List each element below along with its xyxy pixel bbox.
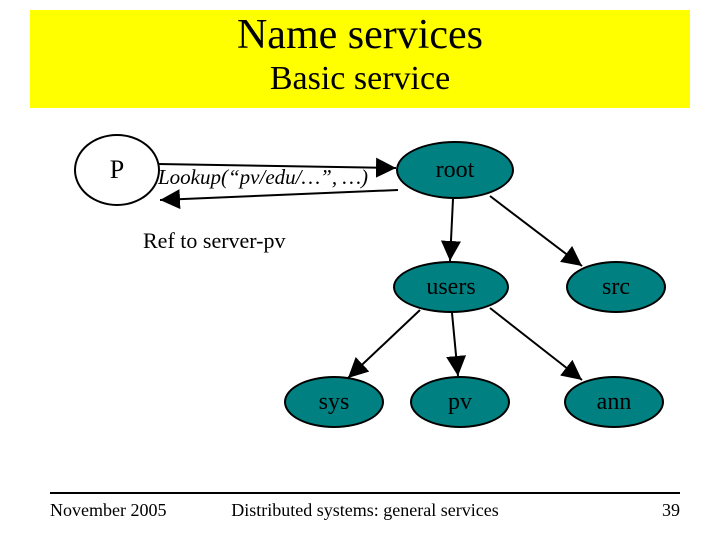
- footer-title: Distributed systems: general services: [50, 500, 680, 521]
- node-users: users: [393, 261, 509, 313]
- node-sys: sys: [284, 376, 384, 428]
- footer-rule: [50, 492, 680, 494]
- node-p: P: [74, 134, 160, 206]
- arrow-root-to-users: [450, 199, 453, 261]
- arrow-users-to-sys: [348, 310, 420, 378]
- node-pv-label: pv: [448, 389, 472, 416]
- lookup-label: Lookup(“pv/edu/…”, …): [158, 165, 368, 190]
- node-sys-label: sys: [319, 389, 350, 416]
- slide-subtitle: Basic service: [30, 62, 690, 96]
- title-band: Name services Basic service: [30, 10, 690, 108]
- node-p-label: P: [110, 155, 124, 185]
- footer-row: November 2005 39 Distributed systems: ge…: [50, 500, 680, 521]
- node-pv: pv: [410, 376, 510, 428]
- node-root-label: root: [436, 157, 475, 184]
- slide-title: Name services: [30, 14, 690, 56]
- arrow-users-to-ann: [490, 308, 582, 380]
- node-ann: ann: [564, 376, 664, 428]
- node-users-label: users: [426, 274, 475, 301]
- node-src-label: src: [602, 274, 630, 301]
- node-root: root: [396, 141, 514, 199]
- ref-label: Ref to server-pv: [143, 228, 286, 254]
- node-ann-label: ann: [597, 389, 632, 416]
- arrow-root-to-src: [490, 196, 582, 266]
- arrow-users-to-pv: [452, 313, 458, 376]
- arrow-root-to-p: [160, 190, 398, 200]
- node-src: src: [566, 261, 666, 313]
- slide: Name services Basic service P root users…: [0, 0, 720, 540]
